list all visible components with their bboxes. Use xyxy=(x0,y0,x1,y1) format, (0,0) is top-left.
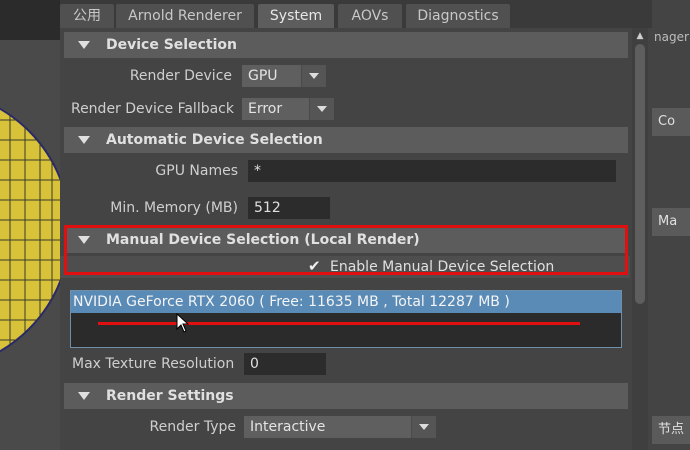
wireframe-sphere xyxy=(0,90,60,370)
render-device-fallback-value: Error xyxy=(248,101,283,117)
list-item[interactable]: NVIDIA GeForce RTX 2060 ( Free: 11635 MB… xyxy=(71,291,621,313)
tab-aovs[interactable]: AOVs xyxy=(338,4,402,28)
triangle-down-icon xyxy=(78,41,90,49)
render-type-dropdown[interactable]: Interactive xyxy=(244,416,436,438)
section-label: Render Settings xyxy=(106,388,234,404)
section-label: Automatic Device Selection xyxy=(106,132,323,148)
chevron-down-icon xyxy=(309,73,319,79)
gpu-names-label: GPU Names xyxy=(155,163,238,179)
red-highlight-box xyxy=(64,225,628,275)
render-type-label: Render Type xyxy=(149,419,236,435)
mouse-pointer-icon xyxy=(176,313,190,333)
tab-system[interactable]: System xyxy=(258,4,334,28)
chevron-down-icon xyxy=(419,424,429,430)
scroll-thumb[interactable] xyxy=(635,44,645,304)
gpu-names-input[interactable]: * xyxy=(248,160,616,182)
section-device-selection[interactable]: Device Selection xyxy=(64,32,628,58)
settings-content: Device Selection Render Device GPU Rende… xyxy=(60,28,630,450)
max-texture-resolution-label: Max Texture Resolution xyxy=(72,356,235,372)
section-label: Device Selection xyxy=(106,37,237,53)
triangle-down-icon xyxy=(78,136,90,144)
tab-common[interactable]: 公用 xyxy=(60,4,114,28)
min-memory-label: Min. Memory (MB) xyxy=(110,200,238,216)
section-automatic-device-selection[interactable]: Automatic Device Selection xyxy=(64,127,628,153)
render-device-fallback-label: Render Device Fallback xyxy=(70,101,234,117)
scroll-up-icon[interactable]: ▲ xyxy=(635,32,645,41)
render-settings-window: 公用 Arnold Renderer System AOVs Diagnosti… xyxy=(60,0,652,450)
min-memory-input[interactable]: 512 xyxy=(248,197,330,219)
tab-diagnostics[interactable]: Diagnostics xyxy=(406,4,510,28)
side-panel-item[interactable]: Co xyxy=(652,108,690,136)
tab-arnold-renderer[interactable]: Arnold Renderer xyxy=(116,4,254,28)
render-device-value: GPU xyxy=(248,68,278,84)
render-device-dropdown[interactable]: GPU xyxy=(242,65,326,87)
max-texture-resolution-input[interactable]: 0 xyxy=(244,353,326,375)
render-device-fallback-dropdown[interactable]: Error xyxy=(242,98,334,120)
viewport-panel[interactable] xyxy=(0,0,60,450)
tab-bar: 公用 Arnold Renderer System AOVs Diagnosti… xyxy=(60,0,652,28)
render-device-label: Render Device xyxy=(129,68,232,84)
device-list[interactable]: NVIDIA GeForce RTX 2060 ( Free: 11635 MB… xyxy=(70,290,622,348)
side-panel-item[interactable]: Ma xyxy=(652,208,690,236)
dropdown-button[interactable] xyxy=(411,416,436,438)
dropdown-button[interactable] xyxy=(301,65,326,87)
side-panel-item[interactable]: 节点 xyxy=(652,416,690,444)
section-render-settings[interactable]: Render Settings xyxy=(64,383,628,409)
dropdown-button[interactable] xyxy=(309,98,334,120)
manager-label: nager xyxy=(654,30,689,44)
right-side-panel: nager Co Ma 节点 xyxy=(652,0,690,450)
triangle-down-icon xyxy=(78,392,90,400)
vertical-scrollbar[interactable]: ▲ xyxy=(632,28,648,450)
chevron-down-icon xyxy=(317,106,327,112)
red-annotation-underline xyxy=(98,322,580,325)
render-type-value: Interactive xyxy=(250,419,326,435)
